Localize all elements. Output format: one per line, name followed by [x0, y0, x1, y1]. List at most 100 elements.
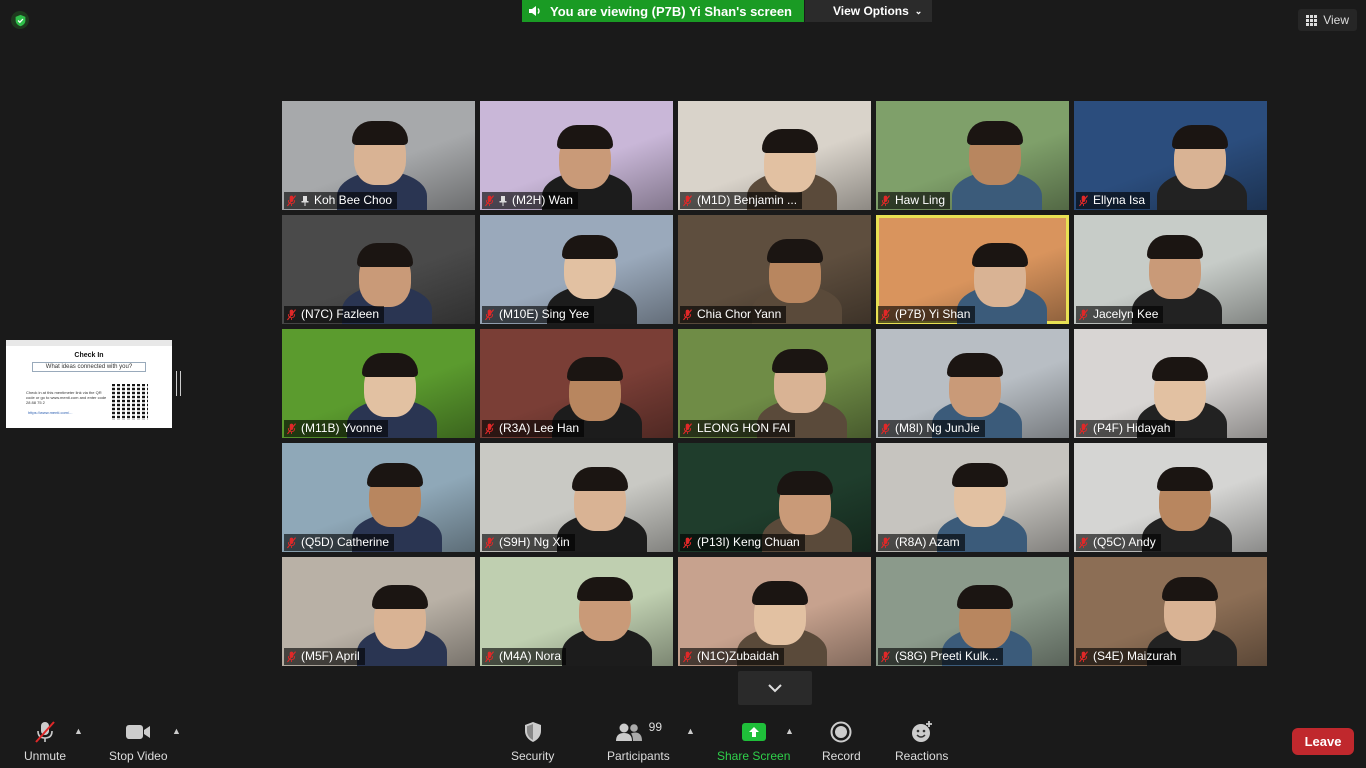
grid-view-icon: [1306, 14, 1318, 26]
security-label: Security: [511, 749, 555, 763]
unmute-button[interactable]: Unmute: [24, 720, 66, 763]
participant-name-text: (M1D) Benjamin ...: [697, 193, 798, 207]
participant-name-label: (S4E) Maizurah: [1076, 648, 1182, 665]
participant-name-text: (S4E) Maizurah: [1093, 649, 1177, 663]
share-screen-button[interactable]: Share Screen: [717, 720, 790, 763]
participants-count: 99: [648, 720, 663, 734]
participant-name-label: (M10E) Sing Yee: [482, 306, 595, 323]
participant-hair-silhouette: [952, 463, 1008, 487]
participant-name-text: (P7B) Yi Shan: [895, 307, 971, 321]
participant-hair-silhouette: [957, 585, 1013, 609]
participant-name-text: (M4A) Nora: [499, 649, 562, 663]
participant-video-tile[interactable]: Koh Bee Choo: [282, 101, 475, 210]
participant-hair-silhouette: [762, 129, 818, 153]
participant-hair-silhouette: [572, 467, 628, 491]
participant-name-text: (S9H) Ng Xin: [499, 535, 570, 549]
participant-video-tile[interactable]: (S9H) Ng Xin: [480, 443, 673, 552]
participant-name-label: Jacelyn Kee: [1076, 306, 1164, 323]
participant-video-tile[interactable]: (P13I) Keng Chuan: [678, 443, 871, 552]
participant-name-text: Haw Ling: [895, 193, 946, 207]
participant-name-label: (M8I) Ng JunJie: [878, 420, 985, 437]
participant-hair-silhouette: [352, 121, 408, 145]
participant-video-tile[interactable]: (R8A) Azam: [876, 443, 1069, 552]
participant-name-text: (N1C)Zubaidah: [697, 649, 780, 663]
viewing-screen-text: You are viewing (P7B) Yi Shan's screen: [550, 3, 792, 19]
participant-name-label: (M2H) Wan: [482, 192, 578, 209]
participants-options-caret[interactable]: ▲: [686, 726, 695, 736]
participant-video-tile[interactable]: (M2H) Wan: [480, 101, 673, 210]
mic-muted-icon: [683, 536, 692, 548]
reactions-button[interactable]: Reactions: [895, 720, 948, 763]
mic-muted-icon: [881, 194, 890, 206]
participant-video-tile[interactable]: (N7C) Fazleen: [282, 215, 475, 324]
participant-hair-silhouette: [362, 353, 418, 377]
encryption-shield-icon[interactable]: [11, 11, 29, 29]
participant-hair-silhouette: [972, 243, 1028, 267]
share-options-caret[interactable]: ▲: [785, 726, 794, 736]
participant-video-tile[interactable]: (S8G) Preeti Kulk...: [876, 557, 1069, 666]
participant-video-tile[interactable]: LEONG HON FAI: [678, 329, 871, 438]
mic-muted-icon: [683, 194, 692, 206]
mic-muted-icon: [881, 422, 890, 434]
participant-name-text: (P4F) Hidayah: [1093, 421, 1171, 435]
chevron-down-icon: ⌄: [914, 5, 923, 16]
participant-hair-silhouette: [567, 357, 623, 381]
participant-video-tile[interactable]: (Q5D) Catherine: [282, 443, 475, 552]
participant-video-tile[interactable]: (M1D) Benjamin ...: [678, 101, 871, 210]
participant-name-text: Ellyna Isa: [1093, 193, 1146, 207]
mic-muted-icon: [287, 308, 296, 320]
mic-muted-icon: [683, 308, 692, 320]
participant-name-label: (P4F) Hidayah: [1076, 420, 1176, 437]
view-options-button[interactable]: View Options ⌄: [805, 0, 933, 22]
participant-video-tile[interactable]: Chia Chor Yann: [678, 215, 871, 324]
video-camera-icon: [126, 725, 151, 739]
record-button[interactable]: Record: [822, 720, 861, 763]
participant-video-tile[interactable]: (S4E) Maizurah: [1074, 557, 1267, 666]
microphone-muted-icon: [35, 721, 55, 743]
participant-name-text: (M5F) April: [301, 649, 360, 663]
participant-video-tile[interactable]: (M11B) Yvonne: [282, 329, 475, 438]
view-layout-button[interactable]: View: [1298, 9, 1357, 31]
audio-options-caret[interactable]: ▲: [74, 726, 83, 736]
shared-screen-thumbnail[interactable]: Check In What ideas connected with you? …: [6, 340, 172, 428]
panel-resize-handle[interactable]: [176, 371, 181, 396]
participant-video-tile[interactable]: (Q5C) Andy: [1074, 443, 1267, 552]
participant-name-label: (R8A) Azam: [878, 534, 965, 551]
shared-screen-question: What ideas connected with you?: [32, 362, 146, 372]
participant-name-label: (M1D) Benjamin ...: [680, 192, 803, 209]
participant-name-label: (P7B) Yi Shan: [878, 306, 976, 323]
viewing-screen-notice: You are viewing (P7B) Yi Shan's screen: [522, 0, 804, 22]
speaker-icon: [529, 6, 540, 16]
participant-name-text: LEONG HON FAI: [697, 421, 791, 435]
participant-name-label: (P13I) Keng Chuan: [680, 534, 805, 551]
mic-muted-icon: [1079, 194, 1088, 206]
mic-muted-icon: [683, 650, 692, 662]
participant-video-tile[interactable]: Ellyna Isa: [1074, 101, 1267, 210]
participant-video-tile[interactable]: (R3A) Lee Han: [480, 329, 673, 438]
record-icon: [830, 721, 852, 743]
participant-video-tile[interactable]: (P7B) Yi Shan: [876, 215, 1069, 324]
mic-muted-icon: [485, 650, 494, 662]
participant-video-tile[interactable]: (P4F) Hidayah: [1074, 329, 1267, 438]
participant-video-tile[interactable]: (M5F) April: [282, 557, 475, 666]
participant-name-text: Jacelyn Kee: [1093, 307, 1159, 321]
participant-video-tile[interactable]: (N1C)Zubaidah: [678, 557, 871, 666]
leave-meeting-button[interactable]: Leave: [1292, 728, 1354, 755]
participants-button[interactable]: 99 Participants: [607, 720, 670, 763]
security-button[interactable]: Security: [511, 720, 554, 763]
participant-video-tile[interactable]: Jacelyn Kee: [1074, 215, 1267, 324]
video-options-caret[interactable]: ▲: [172, 726, 181, 736]
leave-label: Leave: [1304, 734, 1342, 749]
participant-video-tile[interactable]: (M8I) Ng JunJie: [876, 329, 1069, 438]
participant-name-label: (R3A) Lee Han: [482, 420, 585, 437]
mic-muted-icon: [683, 422, 692, 434]
participant-video-tile[interactable]: (M10E) Sing Yee: [480, 215, 673, 324]
qr-code-image: [112, 384, 148, 420]
participant-name-text: (M2H) Wan: [512, 193, 573, 207]
expand-gallery-button[interactable]: [738, 671, 812, 705]
mic-muted-icon: [485, 536, 494, 548]
participant-name-label: Ellyna Isa: [1076, 192, 1151, 209]
participant-video-tile[interactable]: (M4A) Nora: [480, 557, 673, 666]
participant-video-tile[interactable]: Haw Ling: [876, 101, 1069, 210]
stop-video-button[interactable]: Stop Video: [109, 720, 168, 763]
